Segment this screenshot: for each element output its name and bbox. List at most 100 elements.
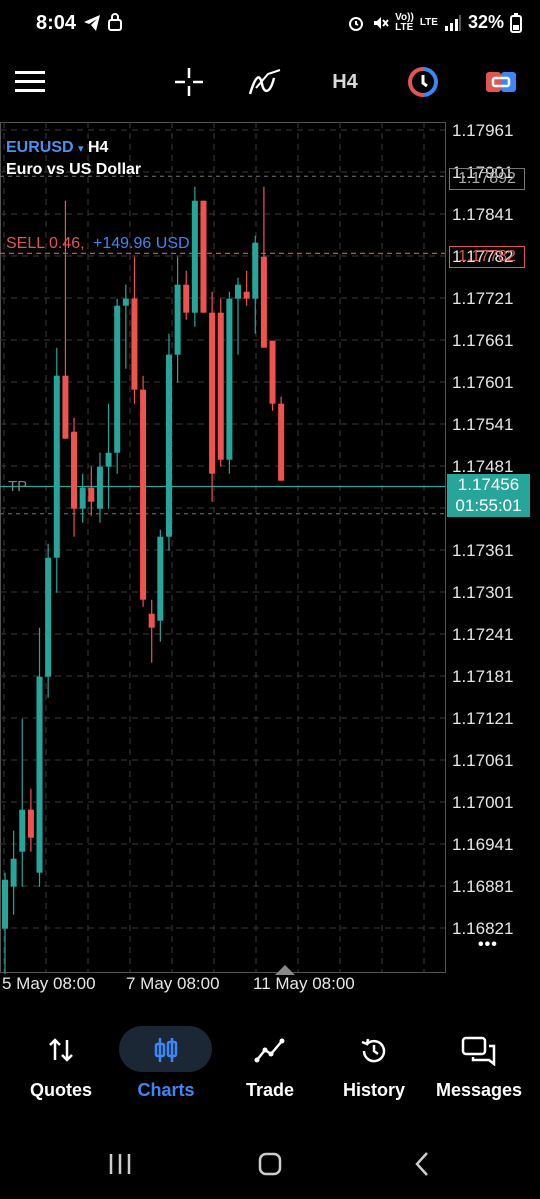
price-axis-label: 1.17301 xyxy=(452,583,513,602)
price-axis-label: 1.16881 xyxy=(452,877,513,896)
candle-body xyxy=(105,452,112,467)
time-label: 7 May 08:00 xyxy=(126,974,220,993)
home-icon[interactable] xyxy=(250,1146,290,1182)
candle-body xyxy=(174,284,181,355)
lte-indicator: LTE xyxy=(419,16,438,28)
status-right: Vo)) LTE LTE 32% xyxy=(347,12,522,33)
order-price-label: 1.17782 xyxy=(449,246,525,268)
candle-body xyxy=(131,298,138,390)
quotes-icon xyxy=(47,1036,75,1069)
candle-body xyxy=(235,284,242,299)
candle-body xyxy=(36,676,43,873)
candle-body xyxy=(260,256,267,348)
candle-body xyxy=(148,613,155,628)
price-axis-label: 1.17061 xyxy=(452,751,513,770)
price-axis-label: 1.17841 xyxy=(452,205,513,224)
candle-body xyxy=(140,389,147,600)
telegram-icon xyxy=(82,13,102,38)
current-price: 1.17456 xyxy=(457,475,520,494)
tab-label: Trade xyxy=(245,1080,295,1100)
candle-body xyxy=(62,375,69,439)
menu-icon[interactable] xyxy=(14,62,46,102)
price-axis-label: 1.17961 xyxy=(452,122,513,140)
order-profit: +149.96 USD xyxy=(93,235,190,252)
battery-icon xyxy=(510,12,522,33)
price-axis-label: 1.17241 xyxy=(452,625,513,644)
candle-body xyxy=(157,536,164,621)
candle-body xyxy=(79,487,86,509)
price-axis-label: 1.17361 xyxy=(452,541,513,560)
bid-price-label: 1.17892 xyxy=(449,168,525,190)
timeframe-button[interactable]: H4 xyxy=(328,62,362,102)
candle-body xyxy=(96,466,103,509)
price-axis-label: 1.16941 xyxy=(452,835,513,854)
price-axis-label: 1.17661 xyxy=(452,331,513,350)
candle-body xyxy=(165,354,172,537)
messages-icon xyxy=(461,1036,497,1071)
lock-icon xyxy=(107,12,123,37)
status-time: 8:04 xyxy=(36,12,77,34)
new-order-icon[interactable] xyxy=(484,62,518,102)
price-axis-label: 1.17121 xyxy=(452,709,513,728)
candle-countdown: 01:55:01 xyxy=(455,496,522,515)
order-side-volume: SELL 0.46, xyxy=(6,235,85,252)
price-axis-label: 1.17541 xyxy=(452,415,513,434)
symbol-description: Euro vs US Dollar xyxy=(6,161,142,178)
tab-label: Quotes xyxy=(29,1080,92,1100)
tab-history[interactable]: History xyxy=(320,1026,428,1106)
candle-body xyxy=(243,291,250,299)
one-click-trade-icon[interactable] xyxy=(405,62,441,102)
price-axis-label: 1.17601 xyxy=(452,373,513,392)
candle-body xyxy=(53,375,60,558)
symbol-name: EURUSD xyxy=(6,139,74,156)
candle-body xyxy=(2,879,8,929)
candle-body xyxy=(10,858,17,887)
candle-body xyxy=(209,312,216,474)
candle-body xyxy=(88,487,95,502)
candle-body xyxy=(27,809,34,838)
tab-quotes[interactable]: Quotes xyxy=(7,1026,115,1106)
candle-body xyxy=(191,200,198,313)
history-icon xyxy=(359,1036,389,1071)
signal-icon xyxy=(444,14,461,31)
candle-body xyxy=(200,200,207,313)
candle-body xyxy=(217,312,224,460)
tab-messages[interactable]: Messages xyxy=(425,1026,533,1106)
current-price-box: 1.17456 01:55:01 xyxy=(447,474,530,517)
indicators-icon[interactable] xyxy=(248,62,284,102)
candle-body xyxy=(278,403,285,481)
price-axis-label: 1.17001 xyxy=(452,793,513,812)
tab-charts[interactable]: Charts xyxy=(112,1026,220,1106)
order-label[interactable]: SELL 0.46, +149.96 USD xyxy=(6,235,190,253)
price-axis-label: 1.17721 xyxy=(452,289,513,308)
battery-percent: 32% xyxy=(467,12,504,32)
candle-body xyxy=(269,340,276,404)
mute-icon xyxy=(374,16,389,29)
candle-body xyxy=(19,809,26,852)
tab-label: Messages xyxy=(435,1080,523,1100)
tab-trade[interactable]: Trade xyxy=(216,1026,324,1106)
crosshair-icon[interactable] xyxy=(172,62,206,102)
tab-label: Charts xyxy=(137,1080,195,1100)
symbol-timeframe: H4 xyxy=(88,139,109,156)
trade-icon xyxy=(254,1036,286,1069)
candle-body xyxy=(45,557,52,677)
candles-icon xyxy=(152,1036,180,1069)
volte-indicator: Vo)) LTE xyxy=(395,11,414,33)
back-icon[interactable] xyxy=(402,1146,442,1182)
scroll-handle-icon[interactable] xyxy=(275,962,295,980)
candle-body xyxy=(226,298,233,460)
time-label: 5 May 08:00 xyxy=(2,974,96,993)
symbol-header[interactable]: EURUSD ▾ H4 xyxy=(6,139,108,157)
tab-label: History xyxy=(342,1080,405,1100)
chevron-down-icon: ▾ xyxy=(78,143,84,155)
alarm-icon xyxy=(349,16,364,31)
candle-body xyxy=(122,298,129,306)
candle-body xyxy=(114,305,121,453)
more-icon[interactable]: ••• xyxy=(478,936,498,954)
price-axis-label: 1.17181 xyxy=(452,667,513,686)
candle-body xyxy=(183,284,190,313)
recents-icon[interactable] xyxy=(100,1146,140,1182)
time-label: 11 May 08:00 xyxy=(253,974,355,993)
tp-label: TP xyxy=(8,478,28,495)
